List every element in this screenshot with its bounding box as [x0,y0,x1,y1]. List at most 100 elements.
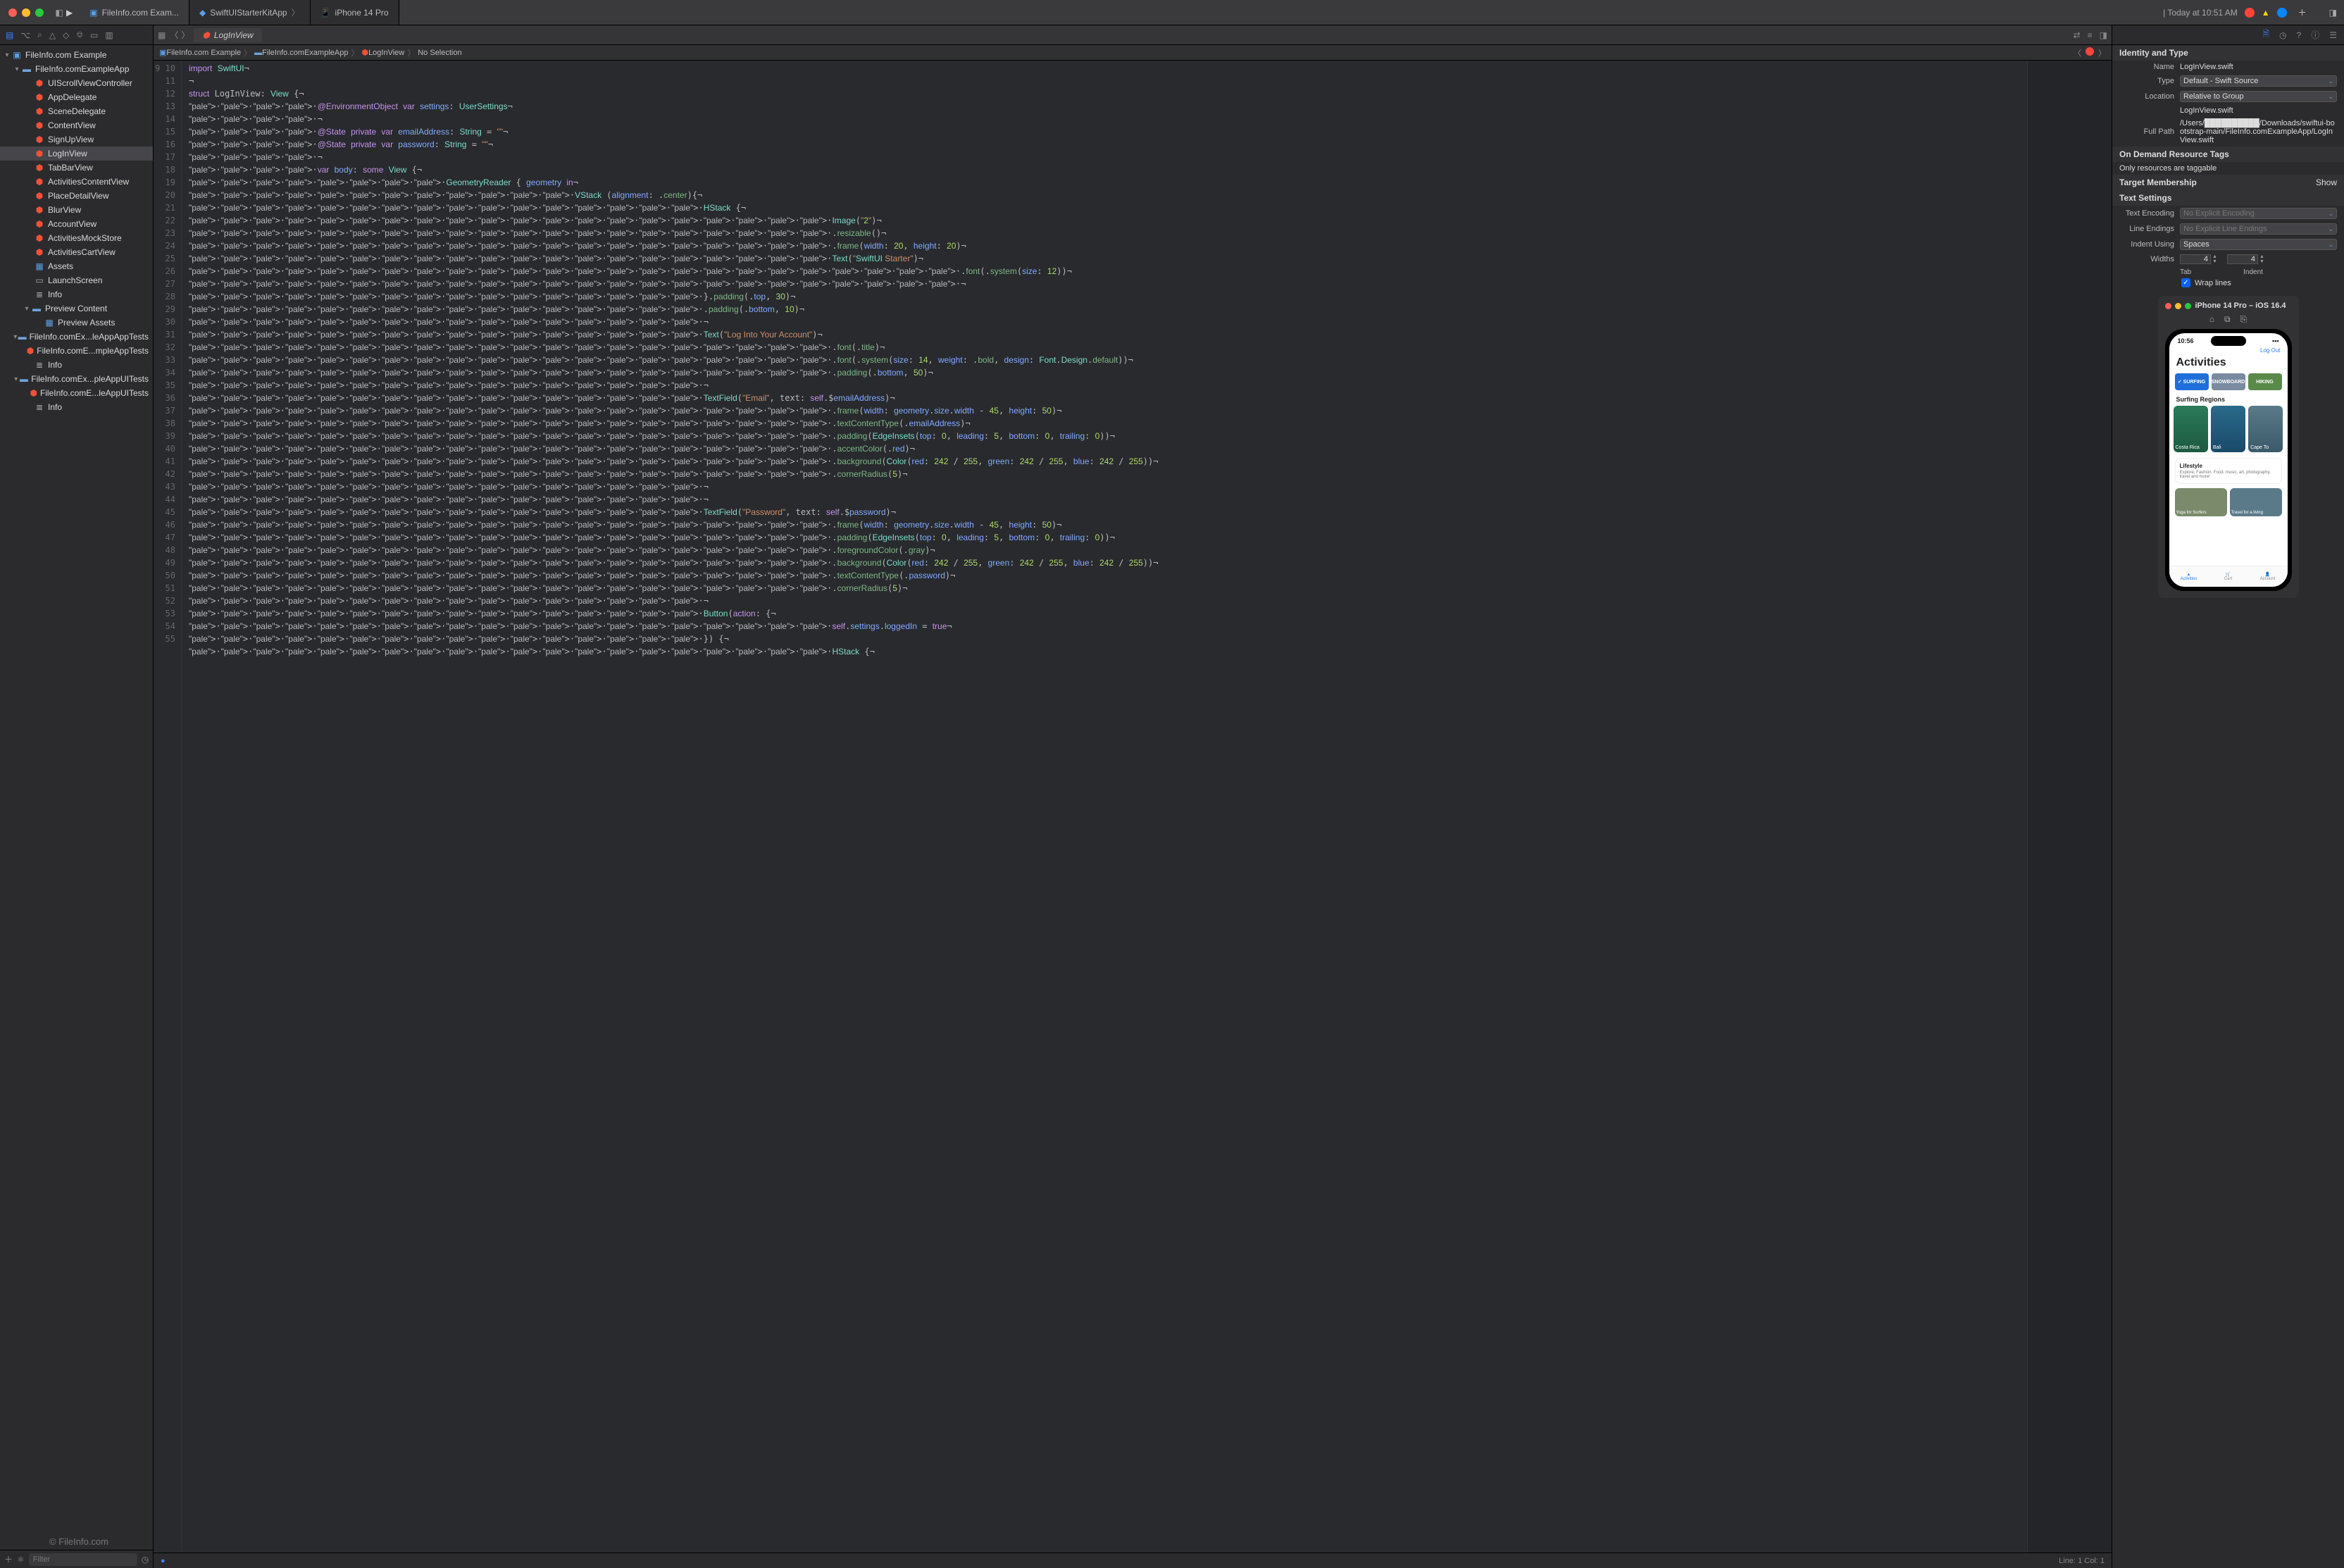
phone-tabbar[interactable]: ▲Activities 🛒Cart 👤Account [2169,566,2288,587]
symbol-icon[interactable]: ⌕ [37,30,42,40]
logout-link[interactable]: Log Out [2169,346,2288,355]
lifestyle-card[interactable]: Lifestyle Explore, Fashion, Food, music,… [2175,458,2282,484]
tree-swift-file[interactable]: ⬢PlaceDetailView [0,189,153,203]
tree-swift-file[interactable]: ⬢ActivitiesMockStore [0,231,153,245]
inspector-toggle-icon[interactable]: ◨ [2329,8,2337,18]
tree-tests-file[interactable]: ⬢FileInfo.comE...mpleAppTests [0,344,153,358]
minimap[interactable] [2027,61,2112,1553]
tree-group[interactable]: ▾▬FileInfo.comExampleApp [0,62,153,76]
close-dot[interactable] [8,8,17,17]
navigator-selector-bar[interactable]: ▤ ⌥ ⌕ △ ◇ ⎊ ▭ ▥ [0,25,153,45]
zoom-dot[interactable] [35,8,44,17]
tree-uitests-group[interactable]: ▾▬FileInfo.comEx...pleAppUITests [0,372,153,386]
lines-icon[interactable]: ≡ [2088,30,2093,40]
tree-launchscreen[interactable]: ▭LaunchScreen [0,273,153,287]
editor-tab[interactable]: ⬢ LogInView [194,28,261,42]
file-name-field[interactable]: LogInView.swift [2180,63,2337,71]
region-card[interactable]: Cape To [2248,406,2283,452]
adjust-icon[interactable]: ⇄ [2074,30,2081,40]
forward-button[interactable]: 〉 [181,29,189,41]
target-show-button[interactable]: Show [2316,178,2337,187]
tree-preview-assets[interactable]: ▦Preview Assets [0,316,153,330]
tree-swift-file[interactable]: ⬢SignUpView [0,132,153,147]
phone-screen[interactable]: 10:56••• Log Out Activities ✓ SURFING SN… [2169,333,2288,587]
tree-assets[interactable]: ▦Assets [0,259,153,273]
clipboard-icon[interactable]: ⎘ [2240,314,2248,325]
activity-status-icon[interactable] [2277,8,2287,18]
sim-traffic-lights[interactable] [2165,303,2191,309]
tree-tests-info[interactable]: ≣Info [0,358,153,372]
layout-icon[interactable]: ◨ [2100,30,2107,40]
breakpoint-icon[interactable]: ⎊ [76,30,83,40]
type-select[interactable]: Default - Swift Source⌄ [2180,75,2337,87]
sidebar-toggle-icon[interactable]: ◧ [52,8,66,18]
location-select[interactable]: Relative to Group⌄ [2180,91,2337,102]
encoding-select[interactable]: No Explicit Encoding⌄ [2180,208,2337,219]
tree-info[interactable]: ≣Info [0,287,153,301]
region-card[interactable]: Bali [2211,406,2245,452]
tree-uitests-file[interactable]: ⬢FileInfo.comE...leAppUITests [0,386,153,400]
tree-swift-file[interactable]: ⬢UIScrollViewController [0,76,153,90]
indent-select[interactable]: Spaces⌄ [2180,239,2337,250]
filter-icon[interactable]: ⚛ [17,1555,25,1564]
navigator-filter-bar[interactable]: ＋ ⚛ ◷ ▭ [0,1550,153,1568]
tree-root[interactable]: ▾▣FileInfo.com Example [0,48,153,62]
file-inspector-icon[interactable]: 🗎 [2262,27,2269,42]
tree-swift-file[interactable]: ⬢ContentView [0,118,153,132]
phone-tab-cart[interactable]: 🛒Cart [2209,566,2248,587]
error-status-icon[interactable] [2245,8,2255,18]
lineendings-select[interactable]: No Explicit Line Endings⌄ [2180,223,2337,235]
window-traffic-lights[interactable] [0,8,52,17]
region-card[interactable]: Costa Rica [2174,406,2208,452]
chip-hiking[interactable]: HIKING [2248,373,2282,390]
wide-card[interactable]: Travel for a living [2230,488,2282,516]
tree-preview-group[interactable]: ▾▬Preview Content [0,301,153,316]
related-icon[interactable]: ▦ [158,30,166,40]
wide-card[interactable]: Yoga for Surfers [2175,488,2227,516]
tree-swift-file[interactable]: ⬢BlurView [0,203,153,217]
home-icon[interactable]: ⌂ [2209,314,2214,325]
wrap-lines-checkbox[interactable]: ✓Wrap lines [2112,278,2344,287]
code-editor[interactable]: import SwiftUI¬ ¬ struct LogInView: View… [182,61,2027,1553]
prev-icon[interactable]: 〈 [2074,47,2081,58]
inspector-selector-bar[interactable]: 🗎 ◷ ? ⓘ ☰ [2112,25,2344,45]
window-tab-project[interactable]: ▣ FileInfo.com Exam... [80,0,189,25]
tree-tests-group[interactable]: ▾▬FileInfo.comEx...leAppAppTests [0,330,153,344]
phone-tab-account[interactable]: 👤Account [2248,566,2288,587]
help-inspector-icon[interactable]: ? [2297,30,2302,40]
tree-swift-file[interactable]: ⬢SceneDelegate [0,104,153,118]
tag-icon[interactable]: ◇ [63,30,69,40]
tree-swift-file[interactable]: ⬢ActivitiesCartView [0,245,153,259]
tree-swift-file[interactable]: ⬢AppDelegate [0,90,153,104]
issues-icon[interactable]: △ [49,30,56,40]
menu-icon[interactable]: ☰ [2329,30,2337,40]
screenshot-icon[interactable]: ⧉ [2224,314,2231,325]
add-icon[interactable]: ＋ [4,1553,13,1565]
back-button[interactable]: 〈 [170,29,178,41]
tree-uitests-info[interactable]: ≣Info [0,400,153,414]
history-inspector-icon[interactable]: ◷ [2279,30,2286,40]
tree-swift-file[interactable]: ⬢LogInView [0,147,153,161]
jump-bar[interactable]: ▣ FileInfo.com Example〉 ▬ FileInfo.comEx… [154,45,2112,61]
debug-icon[interactable]: ▭ [90,30,98,40]
clock-icon[interactable]: ◷ [142,1555,149,1564]
minimize-dot[interactable] [22,8,30,17]
run-button-icon[interactable]: ▶ [66,8,73,18]
attributes-inspector-icon[interactable]: ⓘ [2311,29,2319,41]
tree-swift-file[interactable]: ⬢ActivitiesContentView [0,175,153,189]
next-icon[interactable]: 〉 [2098,47,2106,58]
phone-tab-activities[interactable]: ▲Activities [2169,566,2209,587]
tree-swift-file[interactable]: ⬢TabBarView [0,161,153,175]
tab-width-stepper[interactable]: ▲▼ [2180,254,2217,264]
source-control-icon[interactable]: ⌥ [20,30,30,40]
window-tab-device[interactable]: 📱 iPhone 14 Pro [311,0,399,25]
window-tab-scheme[interactable]: ◆ SwiftUIStarterKitApp 〉 [189,0,311,25]
error-dot-icon[interactable] [2086,47,2094,56]
chip-surfing[interactable]: ✓ SURFING [2175,373,2209,390]
file-tree[interactable]: ▾▣FileInfo.com Example ▾▬FileInfo.comExa… [0,45,153,1550]
chip-snowboard[interactable]: SNOWBOARD [2212,373,2245,390]
warning-status-icon[interactable]: ▲ [2262,8,2270,18]
tree-swift-file[interactable]: ⬢AccountView [0,217,153,231]
navigator-filter-input[interactable] [29,1553,137,1566]
plus-icon[interactable]: ＋ [2298,6,2307,18]
